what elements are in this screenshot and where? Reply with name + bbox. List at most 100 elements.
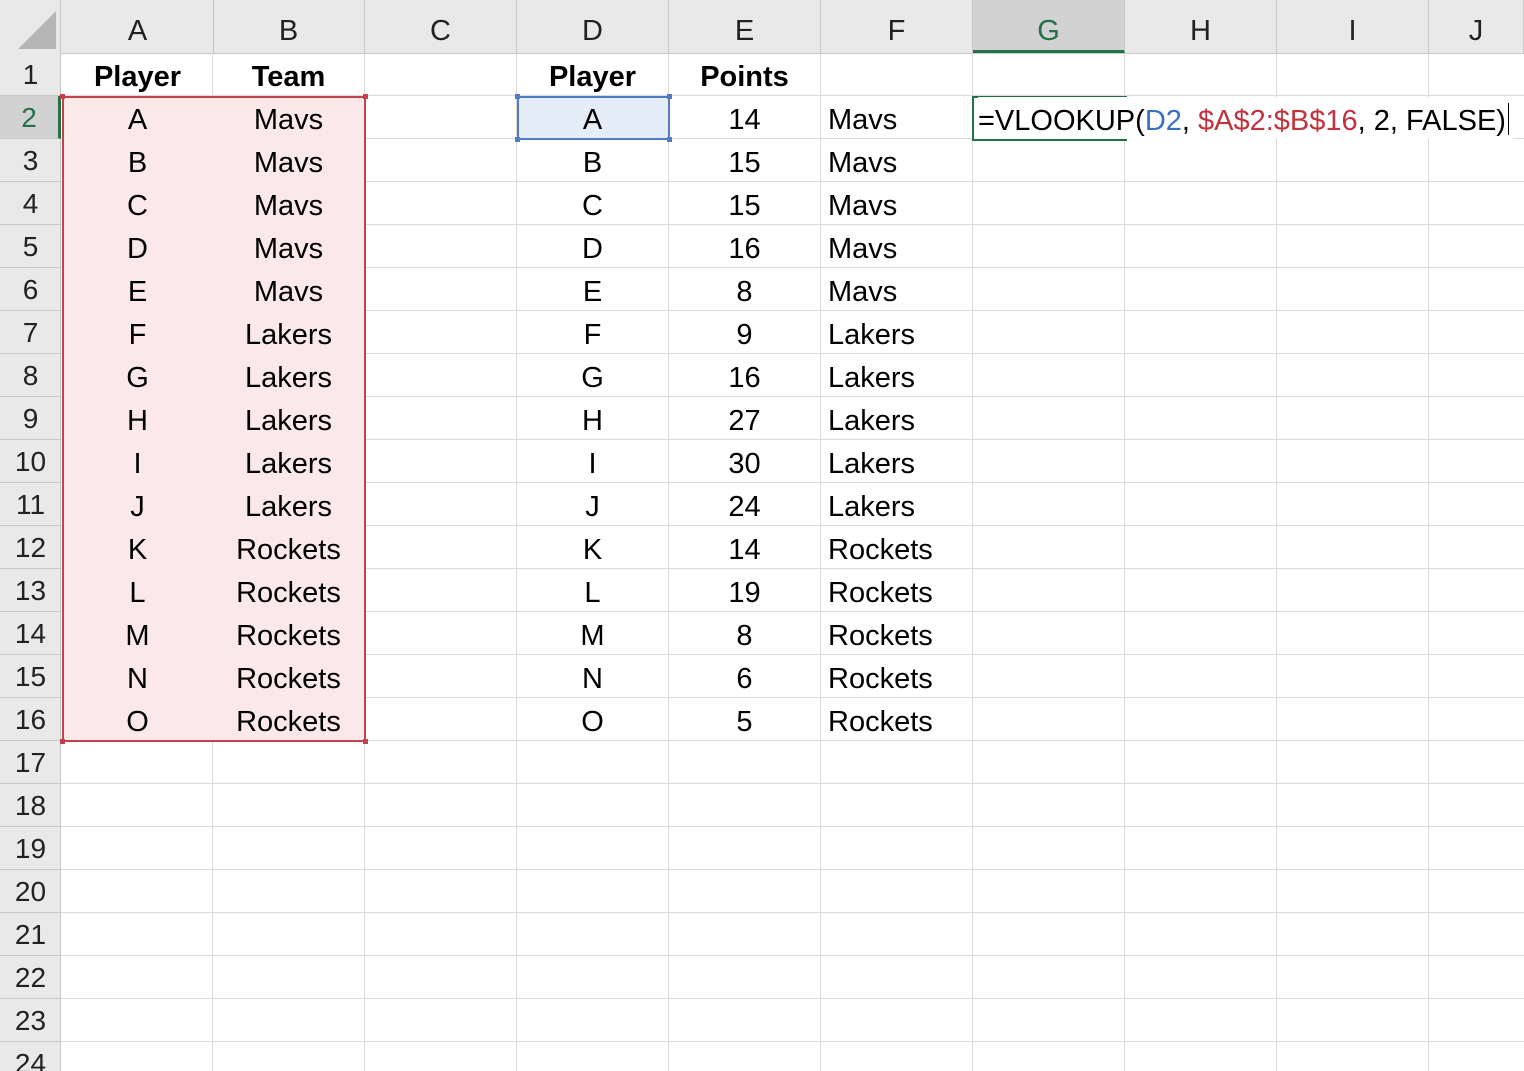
column-header-g[interactable]: G — [973, 0, 1125, 53]
cell-f13[interactable]: Rockets — [821, 569, 972, 611]
cell-d13[interactable]: L — [517, 569, 668, 611]
cell-a5[interactable]: D — [62, 225, 213, 267]
cell-f9[interactable]: Lakers — [821, 397, 972, 439]
cell-d16[interactable]: O — [517, 698, 668, 740]
ref-resize-handle-bl[interactable] — [515, 137, 520, 142]
cell-b14[interactable]: Rockets — [213, 612, 364, 654]
cell-a7[interactable]: F — [62, 311, 213, 353]
cell-f11[interactable]: Lakers — [821, 483, 972, 525]
column-header-a[interactable]: A — [62, 0, 214, 53]
cell-b9[interactable]: Lakers — [213, 397, 364, 439]
row-header-12[interactable]: 12 — [0, 526, 61, 569]
cell-b5[interactable]: Mavs — [213, 225, 364, 267]
ref-resize-handle-tr[interactable] — [667, 94, 672, 99]
cell-b15[interactable]: Rockets — [213, 655, 364, 697]
cell-e7[interactable]: 9 — [669, 311, 820, 353]
row-header-21[interactable]: 21 — [0, 913, 61, 956]
range-resize-handle-br[interactable] — [363, 739, 368, 744]
cell-f3[interactable]: Mavs — [821, 139, 972, 181]
cell-d7[interactable]: F — [517, 311, 668, 353]
cell-a9[interactable]: H — [62, 397, 213, 439]
cell-d8[interactable]: G — [517, 354, 668, 396]
select-all-button[interactable] — [0, 0, 61, 53]
spreadsheet[interactable]: ABCDEFGHIJ 1 2 3 4 5 6 7 8 9 10 11 12 13 14 15 16 17 18 19… — [0, 0, 1524, 1071]
row-header-22[interactable]: 22 — [0, 956, 61, 999]
cell-b12[interactable]: Rockets — [213, 526, 364, 568]
cell-f4[interactable]: Mavs — [821, 182, 972, 224]
cell-e3[interactable]: 15 — [669, 139, 820, 181]
cell-a10[interactable]: I — [62, 440, 213, 482]
cell-f14[interactable]: Rockets — [821, 612, 972, 654]
cell-b16[interactable]: Rockets — [213, 698, 364, 740]
cell-b1-header[interactable]: Team — [213, 53, 364, 95]
cell-b7[interactable]: Lakers — [213, 311, 364, 353]
row-header-11[interactable]: 11 — [0, 483, 61, 526]
cell-d5[interactable]: D — [517, 225, 668, 267]
column-header-e[interactable]: E — [669, 0, 821, 53]
cell-f12[interactable]: Rockets — [821, 526, 972, 568]
row-header-4[interactable]: 4 — [0, 182, 61, 225]
column-header-b[interactable]: B — [213, 0, 365, 53]
row-header-1[interactable]: 1 — [0, 53, 61, 96]
cell-a2[interactable]: A — [62, 96, 213, 138]
cell-d12[interactable]: K — [517, 526, 668, 568]
cell-b10[interactable]: Lakers — [213, 440, 364, 482]
column-header-j[interactable]: J — [1429, 0, 1524, 53]
cell-b11[interactable]: Lakers — [213, 483, 364, 525]
cell-e14[interactable]: 8 — [669, 612, 820, 654]
row-header-20[interactable]: 20 — [0, 870, 61, 913]
formula-in-cell[interactable]: =VLOOKUP(D2, $A$2:$B$16, 2, FALSE) — [978, 97, 1513, 139]
range-resize-handle-tr[interactable] — [363, 94, 368, 99]
column-header-h[interactable]: H — [1125, 0, 1277, 53]
cell-a4[interactable]: C — [62, 182, 213, 224]
cell-f5[interactable]: Mavs — [821, 225, 972, 267]
cell-d9[interactable]: H — [517, 397, 668, 439]
column-header-c[interactable]: C — [365, 0, 517, 53]
cell-a13[interactable]: L — [62, 569, 213, 611]
cell-f16[interactable]: Rockets — [821, 698, 972, 740]
cell-d14[interactable]: M — [517, 612, 668, 654]
row-header-24[interactable]: 24 — [0, 1042, 61, 1071]
cell-e5[interactable]: 16 — [669, 225, 820, 267]
row-header-14[interactable]: 14 — [0, 612, 61, 655]
cell-a1-header[interactable]: Player — [62, 53, 213, 95]
row-header-17[interactable]: 17 — [0, 741, 61, 784]
cell-d3[interactable]: B — [517, 139, 668, 181]
cell-a16[interactable]: O — [62, 698, 213, 740]
cell-b2[interactable]: Mavs — [213, 96, 364, 138]
cell-a11[interactable]: J — [62, 483, 213, 525]
range-resize-handle-tl[interactable] — [60, 94, 65, 99]
cell-f8[interactable]: Lakers — [821, 354, 972, 396]
cell-e9[interactable]: 27 — [669, 397, 820, 439]
cell-e10[interactable]: 30 — [669, 440, 820, 482]
row-header-7[interactable]: 7 — [0, 311, 61, 354]
cell-b3[interactable]: Mavs — [213, 139, 364, 181]
row-header-3[interactable]: 3 — [0, 139, 61, 182]
cell-e11[interactable]: 24 — [669, 483, 820, 525]
row-header-16[interactable]: 16 — [0, 698, 61, 741]
cell-a15[interactable]: N — [62, 655, 213, 697]
cell-d1-header[interactable]: Player — [517, 53, 668, 95]
cell-f10[interactable]: Lakers — [821, 440, 972, 482]
row-header-19[interactable]: 19 — [0, 827, 61, 870]
cell-e4[interactable]: 15 — [669, 182, 820, 224]
cell-b13[interactable]: Rockets — [213, 569, 364, 611]
column-header-d[interactable]: D — [517, 0, 669, 53]
row-header-23[interactable]: 23 — [0, 999, 61, 1042]
cell-a3[interactable]: B — [62, 139, 213, 181]
cell-e16[interactable]: 5 — [669, 698, 820, 740]
row-header-6[interactable]: 6 — [0, 268, 61, 311]
cell-a6[interactable]: E — [62, 268, 213, 310]
row-header-18[interactable]: 18 — [0, 784, 61, 827]
cell-e13[interactable]: 19 — [669, 569, 820, 611]
ref-resize-handle-br[interactable] — [667, 137, 672, 142]
row-header-5[interactable]: 5 — [0, 225, 61, 268]
cell-a8[interactable]: G — [62, 354, 213, 396]
row-header-2[interactable]: 2 — [0, 96, 61, 139]
cell-b4[interactable]: Mavs — [213, 182, 364, 224]
cell-b8[interactable]: Lakers — [213, 354, 364, 396]
cell-f6[interactable]: Mavs — [821, 268, 972, 310]
ref-resize-handle-tl[interactable] — [515, 94, 520, 99]
cell-e1-header[interactable]: Points — [669, 53, 820, 95]
cell-f7[interactable]: Lakers — [821, 311, 972, 353]
